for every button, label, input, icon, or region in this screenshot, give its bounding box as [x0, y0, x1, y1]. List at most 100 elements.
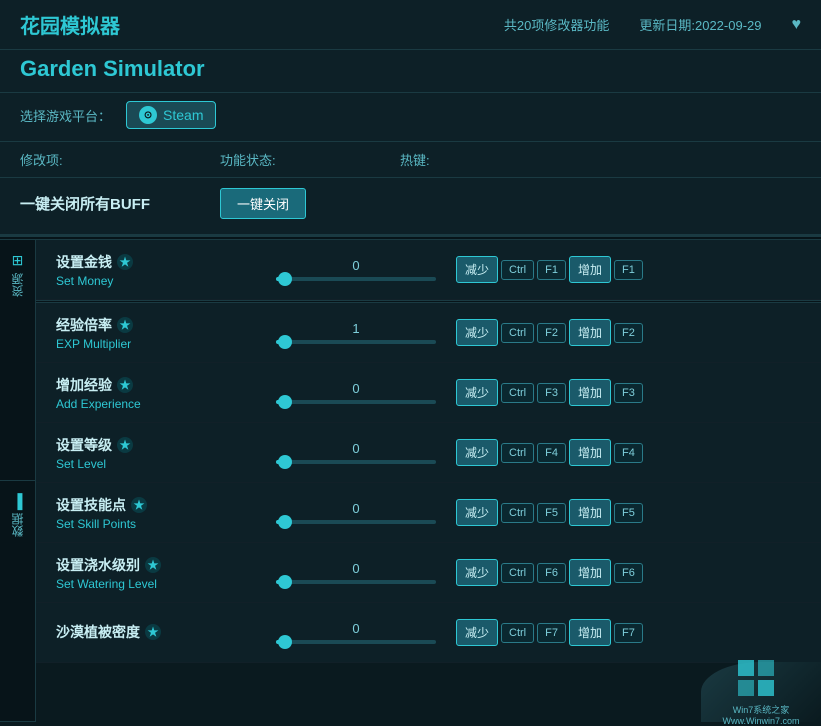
slider-thumb[interactable] [278, 335, 292, 349]
app-title: 花园模拟器 [20, 10, 120, 39]
slider-area: 0 [256, 621, 456, 644]
slider-value: 0 [352, 501, 359, 516]
mod-name-cn: 沙漠植被密度 ★ [56, 622, 256, 642]
watermark-text1: Win7系统之家 [733, 703, 790, 716]
hotkey-area: 减少 Ctrl F1 增加 F1 [456, 256, 801, 283]
fn-key-badge-1: F2 [537, 323, 566, 343]
mod-info: 设置金钱 ★ Set Money [56, 252, 256, 288]
mod-name-en: Set Skill Points [56, 517, 256, 531]
favorite-icon[interactable]: ♥ [792, 16, 802, 34]
hotkey-area: 减少 Ctrl F2 增加 F2 [456, 319, 801, 346]
game-title-bar: Garden Simulator [0, 50, 821, 93]
hotkey-area: 减少 Ctrl F4 增加 F4 [456, 439, 801, 466]
increase-button[interactable]: 增加 [569, 319, 611, 346]
ctrl-key-badge: Ctrl [501, 563, 534, 583]
watermark-text2: Www.Winwin7.com [722, 716, 799, 726]
decrease-button[interactable]: 减少 [456, 439, 498, 466]
slider-thumb[interactable] [278, 575, 292, 589]
sidebar-data-section: ▐ 数据 [0, 481, 35, 722]
slider-track[interactable] [276, 460, 436, 464]
increase-button[interactable]: 增加 [569, 559, 611, 586]
increase-button[interactable]: 增加 [569, 439, 611, 466]
mod-info: 沙漠植被密度 ★ [56, 622, 256, 644]
slider-track[interactable] [276, 640, 436, 644]
slider-value: 0 [352, 258, 359, 273]
mod-name-en: EXP Multiplier [56, 337, 256, 351]
mod-name-cn: 设置金钱 ★ [56, 252, 256, 272]
watermark: Win7系统之家 Www.Winwin7.com [701, 662, 821, 722]
mod-item: 沙漠植被密度 ★ 0 减少 Ctrl F7 增加 F7 [36, 603, 821, 663]
slider-area: 1 [256, 321, 456, 344]
increase-button[interactable]: 增加 [569, 619, 611, 646]
ctrl-key-badge: Ctrl [501, 503, 534, 523]
increase-button[interactable]: 增加 [569, 499, 611, 526]
star-icon[interactable]: ★ [131, 497, 147, 513]
slider-thumb[interactable] [278, 635, 292, 649]
slider-area: 0 [256, 258, 456, 281]
star-icon[interactable]: ★ [117, 377, 133, 393]
mod-info: 增加经验 ★ Add Experience [56, 375, 256, 411]
slider-track[interactable] [276, 340, 436, 344]
slider-thumb[interactable] [278, 455, 292, 469]
ctrl-key-badge: Ctrl [501, 443, 534, 463]
slider-track[interactable] [276, 277, 436, 281]
slider-track[interactable] [276, 580, 436, 584]
fn-key-badge-1: F7 [537, 623, 566, 643]
slider-value: 1 [352, 321, 359, 336]
mod-name-cn: 设置浇水级别 ★ [56, 555, 256, 575]
slider-thumb[interactable] [278, 395, 292, 409]
decrease-button[interactable]: 减少 [456, 379, 498, 406]
mod-item: 设置金钱 ★ Set Money 0 减少 Ctrl F1 增加 F1 [36, 240, 821, 300]
game-title: Garden Simulator [20, 56, 205, 81]
mod-name-en: Set Watering Level [56, 577, 256, 591]
fn-key-badge-2: F7 [614, 623, 643, 643]
slider-track[interactable] [276, 400, 436, 404]
hotkey-area: 减少 Ctrl F7 增加 F7 [456, 619, 801, 646]
ctrl-key-badge: Ctrl [501, 260, 534, 280]
resource-icon: ⊞ [12, 252, 24, 269]
star-icon[interactable]: ★ [117, 254, 133, 270]
slider-track[interactable] [276, 520, 436, 524]
fn-key-badge-2: F1 [614, 260, 643, 280]
platform-bar: 选择游戏平台： ⊙ Steam [0, 93, 821, 142]
content-area[interactable]: 设置金钱 ★ Set Money 0 减少 Ctrl F1 增加 F1 经验倍率… [36, 240, 821, 722]
slider-thumb[interactable] [278, 515, 292, 529]
decrease-button[interactable]: 减少 [456, 319, 498, 346]
increase-button[interactable]: 增加 [569, 256, 611, 283]
platform-button[interactable]: ⊙ Steam [126, 101, 216, 129]
mod-name-en: Add Experience [56, 397, 256, 411]
oneclick-button[interactable]: 一键关闭 [220, 188, 306, 219]
col-mod-name: 修改项: [20, 150, 220, 169]
mod-name-cn: 设置等级 ★ [56, 435, 256, 455]
slider-value: 0 [352, 561, 359, 576]
increase-button[interactable]: 增加 [569, 379, 611, 406]
mod-item: 增加经验 ★ Add Experience 0 减少 Ctrl F3 增加 F3 [36, 363, 821, 423]
mod-info: 设置等级 ★ Set Level [56, 435, 256, 471]
fn-key-badge-2: F5 [614, 503, 643, 523]
oneclick-label: 一键关闭所有BUFF [20, 193, 220, 214]
mod-item: 设置技能点 ★ Set Skill Points 0 减少 Ctrl F5 增加… [36, 483, 821, 543]
resource-label: 资源 [9, 273, 26, 297]
ctrl-key-badge: Ctrl [501, 323, 534, 343]
star-icon[interactable]: ★ [117, 437, 133, 453]
slider-thumb[interactable] [278, 272, 292, 286]
mod-name-cn: 经验倍率 ★ [56, 315, 256, 335]
fn-key-badge-1: F4 [537, 443, 566, 463]
oneclick-section: 一键关闭所有BUFF 一键关闭 [0, 178, 821, 236]
steam-icon: ⊙ [139, 106, 157, 124]
slider-area: 0 [256, 561, 456, 584]
ctrl-key-badge: Ctrl [501, 383, 534, 403]
decrease-button[interactable]: 减少 [456, 499, 498, 526]
main-content: ⊞ 资源 ▐ 数据 设置金钱 ★ Set Money 0 [0, 240, 821, 722]
slider-area: 0 [256, 441, 456, 464]
decrease-button[interactable]: 减少 [456, 256, 498, 283]
star-icon[interactable]: ★ [145, 557, 161, 573]
star-icon[interactable]: ★ [145, 624, 161, 640]
star-icon[interactable]: ★ [117, 317, 133, 333]
mod-name-cn: 增加经验 ★ [56, 375, 256, 395]
mod-name-en: Set Money [56, 274, 256, 288]
decrease-button[interactable]: 减少 [456, 619, 498, 646]
mod-info: 经验倍率 ★ EXP Multiplier [56, 315, 256, 351]
hotkey-area: 减少 Ctrl F6 增加 F6 [456, 559, 801, 586]
decrease-button[interactable]: 减少 [456, 559, 498, 586]
